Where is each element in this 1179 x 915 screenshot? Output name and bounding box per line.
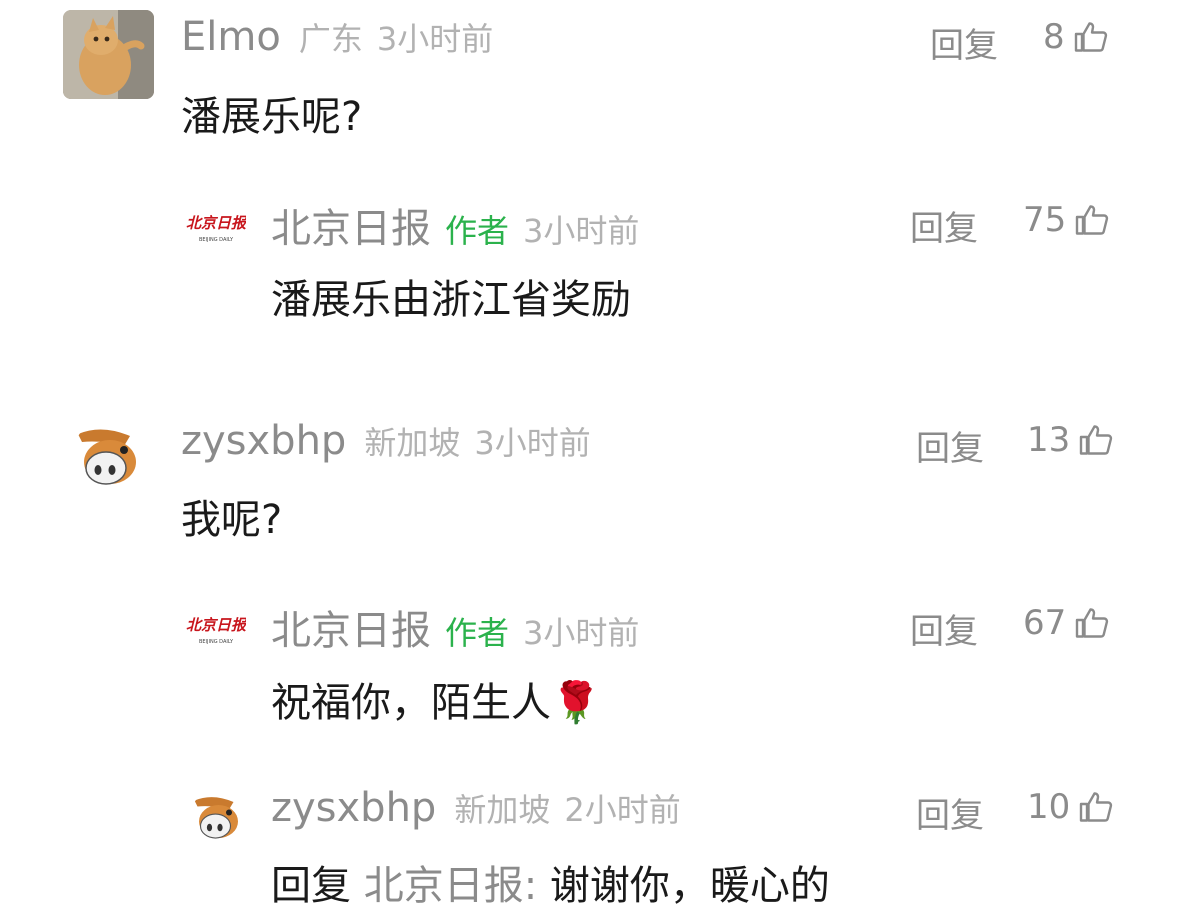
like-button[interactable]: 10 [1027,787,1114,827]
logo-text: 北京日报 [186,214,246,232]
beijing-daily-logo-icon: 北京日报 BEIJING DAILY [186,616,246,645]
like-count: 75 [1023,200,1067,240]
like-count: 67 [1023,603,1067,643]
like-button[interactable]: 13 [1027,420,1114,460]
reply-button[interactable]: 回复 [910,201,978,250]
reply-button[interactable]: 回复 [916,788,984,837]
thumbs-up-icon [1080,792,1113,822]
comment-header: zysxbhp 新加坡 2小时前 [271,785,681,831]
comment-header: 北京日报 作者 3小时前 [271,598,639,656]
avatar-zysxbhp[interactable] [72,420,144,492]
reply-button[interactable]: 回复 [930,18,998,67]
logo-text: 北京日报 [186,616,246,634]
logo-subtext: BEIJING DAILY [199,237,234,243]
reply-text: 谢谢你，暖心的 [549,863,830,909]
avatar-zysxbhp[interactable] [190,790,244,844]
timestamp: 3小时前 [376,20,494,58]
comment-header: zysxbhp 新加坡 3小时前 [181,418,591,464]
like-button[interactable]: 75 [1023,200,1110,240]
reply-button[interactable]: 回复 [910,604,978,653]
comment-text: 潘展乐由浙江省奖励 [271,277,631,323]
logo-subtext: BEIJING DAILY [199,639,234,645]
author-badge: 作者 [445,212,510,250]
thumbs-up-icon [1076,205,1109,235]
username[interactable]: 北京日报 [271,598,431,656]
reply-target-user[interactable]: 北京日报: [364,863,537,909]
location: 新加坡 [364,424,461,462]
avatar-beijing-daily[interactable]: 北京日报 BEIJING DAILY [186,203,246,247]
like-button[interactable]: 67 [1023,603,1110,643]
thumbs-up-icon [1074,22,1107,52]
location: 广东 [298,20,363,58]
comment-text: 祝福你，陌生人🌹 [271,680,601,726]
author-badge: 作者 [445,614,510,652]
timestamp: 3小时前 [523,212,640,250]
like-count: 10 [1027,787,1071,827]
cartoon-bird-avatar-icon [194,797,238,839]
like-button[interactable]: 8 [1043,17,1109,57]
like-count: 13 [1027,420,1071,460]
beijing-daily-logo-icon: 北京日报 BEIJING DAILY [186,214,246,243]
timestamp: 3小时前 [474,424,591,462]
username[interactable]: 北京日报 [271,196,431,254]
thumbs-up-icon [1076,608,1109,638]
reply-prefix: 回复 [271,863,351,909]
username[interactable]: Elmo [181,14,281,60]
username[interactable]: zysxbhp [181,418,346,464]
timestamp: 3小时前 [523,614,640,652]
comment-text: 我呢? [181,497,283,543]
reply-button[interactable]: 回复 [916,421,984,470]
username[interactable]: zysxbhp [271,785,436,831]
cat-photo-avatar-icon [63,10,154,99]
like-count: 8 [1043,17,1065,57]
comment-text: 回复 北京日报: 谢谢你，暖心的 [271,853,830,911]
thumbs-up-icon [1080,425,1113,455]
comment-header: 北京日报 作者 3小时前 [271,196,639,254]
avatar-elmo[interactable] [63,10,154,99]
comment-header: Elmo 广东 3小时前 [181,14,493,60]
cartoon-bird-avatar-icon [78,429,136,485]
comment-text: 潘展乐呢? [181,94,363,140]
location: 新加坡 [454,791,551,829]
avatar-beijing-daily[interactable]: 北京日报 BEIJING DAILY [186,605,246,649]
timestamp: 2小时前 [564,791,681,829]
